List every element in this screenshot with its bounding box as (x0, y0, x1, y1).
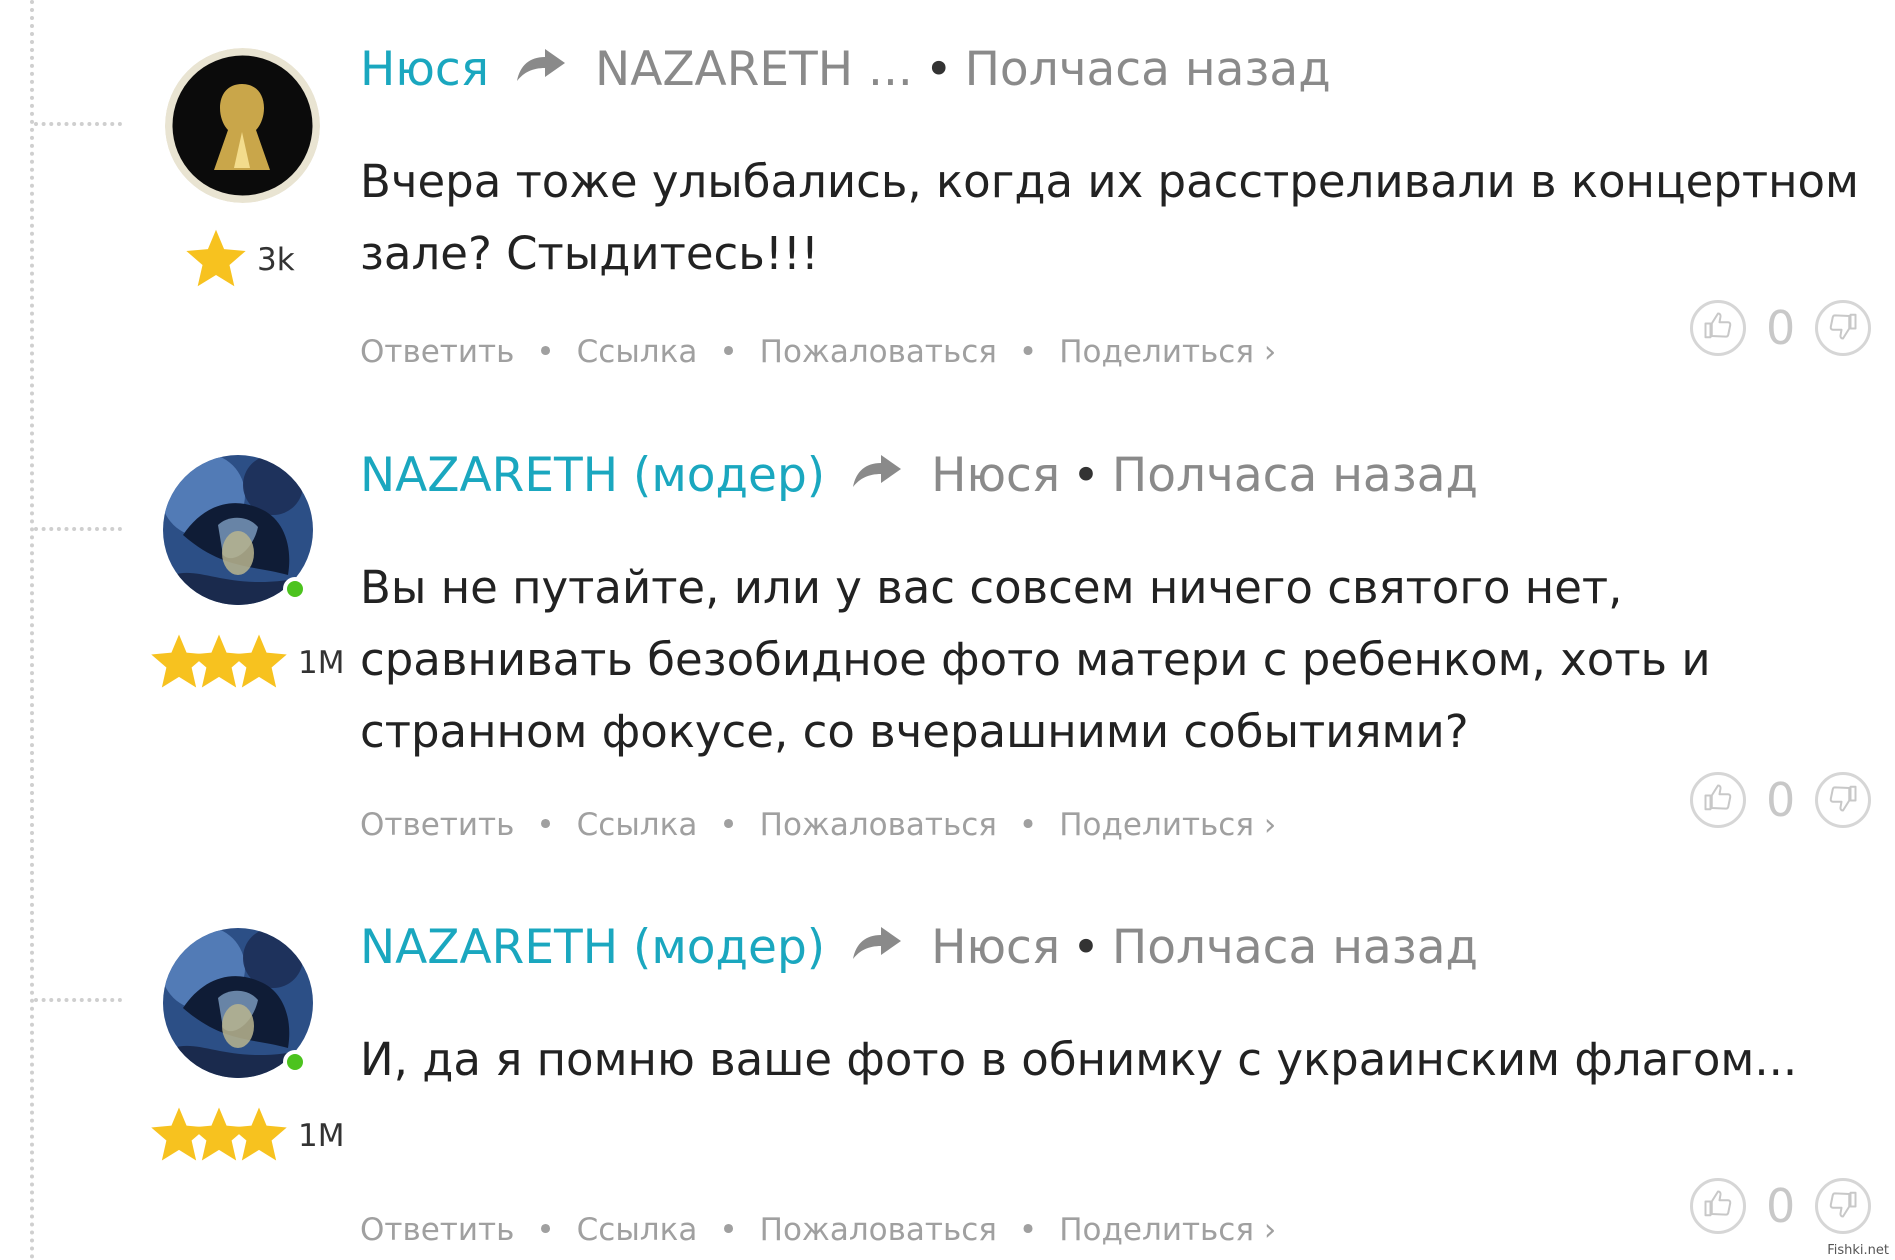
reply-arrow-icon (851, 920, 903, 975)
comment-text: Вчера тоже улыбались, когда их расстрели… (360, 155, 1859, 280)
avatar[interactable] (165, 48, 320, 203)
reply-arrow-icon (851, 448, 903, 503)
vote-controls: 0 (1690, 1178, 1872, 1234)
comment-time[interactable]: Полчаса назад (1112, 448, 1478, 503)
vote-count: 0 (1766, 301, 1796, 355)
vote-controls: 0 (1690, 772, 1872, 828)
rating-value: 1M (298, 1118, 345, 1154)
vote-controls: 0 (1690, 300, 1872, 356)
user-rating: 1M (148, 632, 344, 694)
reply-to-link[interactable]: Нюся (931, 448, 1060, 503)
user-rating: 3k (183, 227, 295, 293)
online-indicator (283, 577, 307, 601)
separator-dot: • (536, 1212, 555, 1248)
online-indicator (283, 1050, 307, 1074)
thread-branch (34, 998, 122, 1002)
link-button[interactable]: Ссылка (577, 807, 698, 843)
rating-value: 1M (298, 645, 345, 681)
star-icon (228, 1105, 290, 1167)
separator-dot: • (1018, 1212, 1038, 1248)
share-button[interactable]: Поделиться › (1059, 334, 1276, 370)
user-rating: 1M (148, 1105, 344, 1167)
report-button[interactable]: Пожаловаться (760, 1212, 997, 1248)
separator-dot: • (1018, 334, 1038, 370)
thumbs-down-button[interactable] (1815, 1178, 1872, 1234)
thumbs-up-button[interactable] (1690, 1178, 1746, 1234)
vote-count: 0 (1766, 773, 1796, 827)
reply-to-link[interactable]: NAZARETH ... (595, 42, 913, 97)
separator-dot: • (719, 334, 738, 370)
link-button[interactable]: Ссылка (577, 334, 698, 370)
comment-actions: Ответить • Ссылка • Пожаловаться • Подел… (360, 1212, 1276, 1248)
thumbs-up-icon (1703, 1189, 1733, 1223)
separator-dot: • (719, 807, 738, 843)
author-link[interactable]: NAZARETH (модер) (360, 920, 825, 975)
thumbs-up-button[interactable] (1690, 772, 1746, 828)
reply-button[interactable]: Ответить (360, 334, 514, 370)
thumbs-up-icon (1703, 783, 1733, 817)
thumbs-down-icon (1828, 783, 1858, 817)
author-link[interactable]: NAZARETH (модер) (360, 448, 825, 503)
report-button[interactable]: Пожаловаться (760, 807, 997, 843)
comment-actions: Ответить • Ссылка • Пожаловаться • Подел… (360, 334, 1276, 370)
thumbs-down-button[interactable] (1815, 772, 1872, 828)
comment-header: NAZARETH (модер) Нюся • Полчаса назад (360, 448, 1478, 503)
comment-text: И, да я помню ваше фото в обнимку с укра… (360, 1033, 1798, 1086)
rating-value: 3k (257, 242, 295, 278)
thread-branch (34, 527, 122, 531)
comment-actions: Ответить • Ссылка • Пожаловаться • Подел… (360, 807, 1276, 843)
thread-line (30, 0, 34, 1260)
report-button[interactable]: Пожаловаться (760, 334, 997, 370)
comment-text: Вы не путайте, или у вас совсем ничего с… (360, 561, 1711, 758)
separator-dot: • (1018, 807, 1038, 843)
separator-dot: • (719, 1212, 738, 1248)
reply-button[interactable]: Ответить (360, 1212, 514, 1248)
separator-dot: • (924, 42, 953, 97)
share-button[interactable]: Поделиться › (1059, 807, 1276, 843)
separator-dot: • (1072, 920, 1100, 975)
star-icon (228, 632, 290, 694)
thumbs-up-icon (1703, 311, 1733, 345)
author-link[interactable]: Нюся (360, 42, 489, 97)
comment-header: Нюся NAZARETH ... • Полчаса назад (360, 42, 1331, 97)
separator-dot: • (1072, 448, 1100, 503)
thumbs-up-button[interactable] (1690, 300, 1746, 356)
link-button[interactable]: Ссылка (577, 1212, 698, 1248)
star-icon (183, 227, 249, 293)
separator-dot: • (536, 334, 555, 370)
vote-count: 0 (1766, 1179, 1796, 1233)
comment-time[interactable]: Полчаса назад (965, 42, 1331, 97)
reply-button[interactable]: Ответить (360, 807, 514, 843)
reply-to-link[interactable]: Нюся (931, 920, 1060, 975)
separator-dot: • (536, 807, 555, 843)
reply-arrow-icon (515, 42, 567, 97)
thumbs-down-icon (1828, 311, 1858, 345)
watermark: Fishki.net (1827, 1243, 1889, 1258)
thumbs-down-button[interactable] (1815, 300, 1872, 356)
thread-branch (34, 122, 122, 126)
comment-time[interactable]: Полчаса назад (1112, 920, 1478, 975)
thumbs-down-icon (1828, 1189, 1858, 1223)
comment-header: NAZARETH (модер) Нюся • Полчаса назад (360, 920, 1478, 975)
share-button[interactable]: Поделиться › (1059, 1212, 1276, 1248)
